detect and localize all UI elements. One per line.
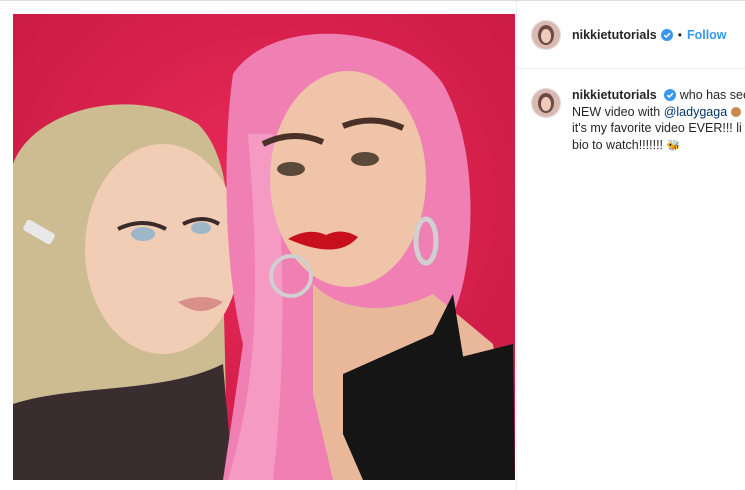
bee-icon: 🐝 [666, 139, 681, 152]
post-photo-illustration [13, 14, 515, 480]
caption: nikkietutorials who has see NEW video wi… [517, 69, 745, 154]
caption-avatar[interactable] [531, 88, 561, 118]
separator-dot: • [677, 27, 682, 42]
follow-button[interactable]: Follow [687, 28, 727, 42]
caption-line-3: it's my favorite video EVER!!! li [572, 121, 742, 135]
mention-link[interactable]: @ladygaga [664, 105, 727, 119]
caption-line-2: NEW video with @ladygaga [572, 104, 745, 121]
caption-line-1-text: who has see [679, 88, 745, 102]
post-photo[interactable] [13, 14, 515, 480]
caption-text: nikkietutorials who has see NEW video wi… [572, 87, 745, 154]
username-link[interactable]: nikkietutorials [572, 28, 657, 42]
caption-line-4-text: bio to watch!!!!!!! [572, 137, 664, 152]
caption-avatar-image [532, 89, 560, 117]
avatar[interactable] [531, 19, 561, 50]
caption-username-link[interactable]: nikkietutorials [572, 88, 657, 102]
avatar-image [532, 20, 560, 49]
instagram-post: nikkietutorials • Follow nikkietutorials [0, 0, 745, 490]
post-sidebar: nikkietutorials • Follow nikkietutorials [516, 1, 745, 490]
caption-line-2-text: NEW video with [572, 104, 661, 119]
verified-badge-icon [660, 28, 673, 41]
emoji-icon [730, 106, 741, 117]
caption-line-4: bio to watch!!!!!!! 🐝 [572, 137, 745, 155]
caption-line-1: nikkietutorials who has see [572, 87, 745, 104]
post-header: nikkietutorials • Follow [517, 1, 745, 69]
caption-verified-badge-icon [664, 89, 677, 101]
